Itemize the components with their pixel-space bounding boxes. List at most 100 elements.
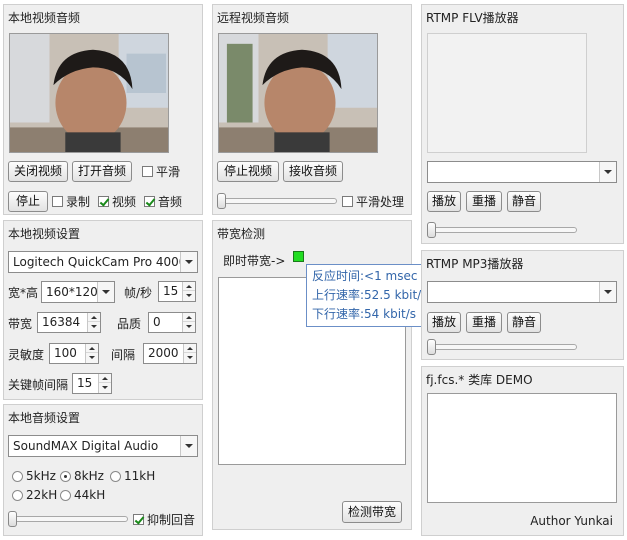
- class-demo-output[interactable]: [427, 393, 617, 503]
- keyframe-spin[interactable]: [98, 374, 111, 393]
- local-video-frame: [10, 34, 168, 152]
- camera-select[interactable]: Logitech QuickCam Pro 4000: [8, 251, 198, 273]
- local-smooth-box[interactable]: [142, 165, 153, 177]
- spin-down-icon[interactable]: [88, 322, 100, 331]
- rate-radio-22k[interactable]: 22kH: [12, 487, 57, 503]
- local-video-view: [9, 33, 169, 153]
- rate-radio-5k[interactable]: 5kHz: [12, 468, 56, 484]
- audio-device-select[interactable]: SoundMAX Digital Audio: [8, 435, 198, 457]
- spin-up-icon[interactable]: [99, 374, 111, 383]
- fps-value: 15: [163, 284, 179, 298]
- chevron-down-icon[interactable]: [599, 162, 616, 182]
- spin-down-icon[interactable]: [183, 291, 195, 300]
- mp3-replay-button[interactable]: 重播: [466, 312, 502, 333]
- mp3-volume-thumb[interactable]: [427, 339, 436, 355]
- keyframe-label: 关键帧间隔: [8, 378, 69, 392]
- keyframe-stepper[interactable]: 15: [72, 373, 112, 394]
- flv-mute-button[interactable]: 静音: [507, 191, 541, 212]
- camera-value: Logitech QuickCam Pro 4000: [13, 255, 187, 269]
- flv-play-button[interactable]: 播放: [427, 191, 461, 212]
- mp3-play-button[interactable]: 播放: [427, 312, 461, 333]
- spin-down-icon[interactable]: [86, 353, 98, 362]
- keyframe-value: 15: [77, 376, 93, 390]
- flv-replay-button[interactable]: 重播: [466, 191, 502, 212]
- spin-up-icon[interactable]: [183, 313, 195, 322]
- fps-spin[interactable]: [182, 282, 195, 301]
- local-smooth-checkbox[interactable]: 平滑: [142, 163, 180, 179]
- interval-stepper[interactable]: 2000: [143, 343, 197, 364]
- bandwidth-spin[interactable]: [87, 313, 100, 332]
- chevron-down-icon[interactable]: [97, 282, 114, 302]
- rate-5k-dot[interactable]: [12, 470, 23, 482]
- bandwidth-status-indicator: [293, 251, 304, 262]
- realtime-bandwidth-label: 即时带宽->: [223, 254, 286, 268]
- close-video-button[interactable]: 关闭视频: [8, 161, 68, 182]
- quality-stepper[interactable]: 0: [148, 312, 196, 333]
- sensitivity-label: 灵敏度: [8, 348, 45, 362]
- spin-down-icon[interactable]: [184, 353, 196, 362]
- remote-volume-thumb[interactable]: [217, 193, 226, 209]
- sensitivity-spin[interactable]: [85, 344, 98, 363]
- bandwidth-stepper[interactable]: 16384: [37, 312, 101, 333]
- local-video-settings-title: 本地视频设置: [8, 227, 81, 241]
- video-checkbox[interactable]: 视频: [98, 193, 136, 209]
- size-select[interactable]: 160*120: [41, 281, 115, 303]
- bandwidth-label: 带宽: [8, 317, 33, 331]
- size-value: 160*120: [46, 285, 98, 299]
- echo-suppress-box[interactable]: [133, 513, 144, 525]
- record-checkbox[interactable]: 录制: [52, 193, 90, 209]
- echo-suppress-checkbox[interactable]: 抑制回音: [133, 511, 195, 527]
- flv-volume-thumb[interactable]: [427, 222, 436, 238]
- open-audio-button[interactable]: 打开音频: [72, 161, 132, 182]
- sensitivity-stepper[interactable]: 100: [49, 343, 99, 364]
- flv-volume-slider[interactable]: [427, 222, 577, 238]
- mic-volume-thumb[interactable]: [8, 511, 17, 527]
- rate-radio-44k[interactable]: 44kH: [60, 487, 105, 503]
- remote-av-title: 远程视频音频: [217, 11, 290, 25]
- remote-smooth-checkbox[interactable]: 平滑处理: [342, 193, 404, 209]
- chevron-down-icon[interactable]: [180, 252, 197, 272]
- flv-url-combo[interactable]: [427, 161, 617, 183]
- spin-down-icon[interactable]: [183, 322, 195, 331]
- rate-5k-label: 5kHz: [26, 469, 56, 483]
- audio-checkbox[interactable]: 音频: [144, 193, 182, 209]
- mp3-url-combo[interactable]: [427, 281, 617, 303]
- spin-down-icon[interactable]: [99, 383, 111, 392]
- test-bandwidth-button[interactable]: 检测带宽: [342, 501, 402, 523]
- spin-up-icon[interactable]: [184, 344, 196, 353]
- remote-volume-slider[interactable]: [217, 193, 337, 209]
- remote-smooth-box[interactable]: [342, 195, 353, 207]
- rate-radio-11k[interactable]: 11kH: [110, 468, 155, 484]
- mp3-player-panel: RTMP MP3播放器 播放 重播 静音: [421, 250, 624, 360]
- quality-spin[interactable]: [182, 313, 195, 332]
- rate-44k-label: 44kH: [74, 488, 106, 502]
- receive-audio-button[interactable]: 接收音频: [283, 161, 343, 182]
- video-label: 视频: [112, 194, 137, 209]
- latency-text: 反应时间:<1 msec: [312, 269, 418, 283]
- rate-radio-8k[interactable]: 8kHz: [60, 468, 104, 484]
- record-box[interactable]: [52, 195, 63, 207]
- audio-box[interactable]: [144, 195, 155, 207]
- rate-44k-dot[interactable]: [60, 489, 71, 501]
- download-rate-text: 下行速率:54 kbit/s: [312, 307, 417, 321]
- rate-8k-dot[interactable]: [60, 470, 71, 482]
- quality-value: 0: [153, 315, 161, 329]
- chevron-down-icon[interactable]: [599, 282, 616, 302]
- rate-11k-dot[interactable]: [110, 470, 121, 482]
- class-demo-title: fj.fcs.* 类库 DEMO: [426, 373, 533, 387]
- spin-up-icon[interactable]: [88, 313, 100, 322]
- mp3-volume-slider[interactable]: [427, 339, 577, 355]
- interval-spin[interactable]: [183, 344, 196, 363]
- remote-video-view: [218, 33, 378, 153]
- rate-22k-dot[interactable]: [12, 489, 23, 501]
- mp3-mute-button[interactable]: 静音: [507, 312, 541, 333]
- stop-video-button[interactable]: 停止视频: [217, 161, 279, 182]
- spin-up-icon[interactable]: [86, 344, 98, 353]
- stop-button[interactable]: 停止: [8, 191, 48, 212]
- quality-label: 品质: [117, 317, 142, 331]
- spin-up-icon[interactable]: [183, 282, 195, 291]
- fps-stepper[interactable]: 15: [158, 281, 196, 302]
- video-box[interactable]: [98, 195, 109, 207]
- chevron-down-icon[interactable]: [180, 436, 197, 456]
- mic-volume-slider[interactable]: [8, 511, 128, 527]
